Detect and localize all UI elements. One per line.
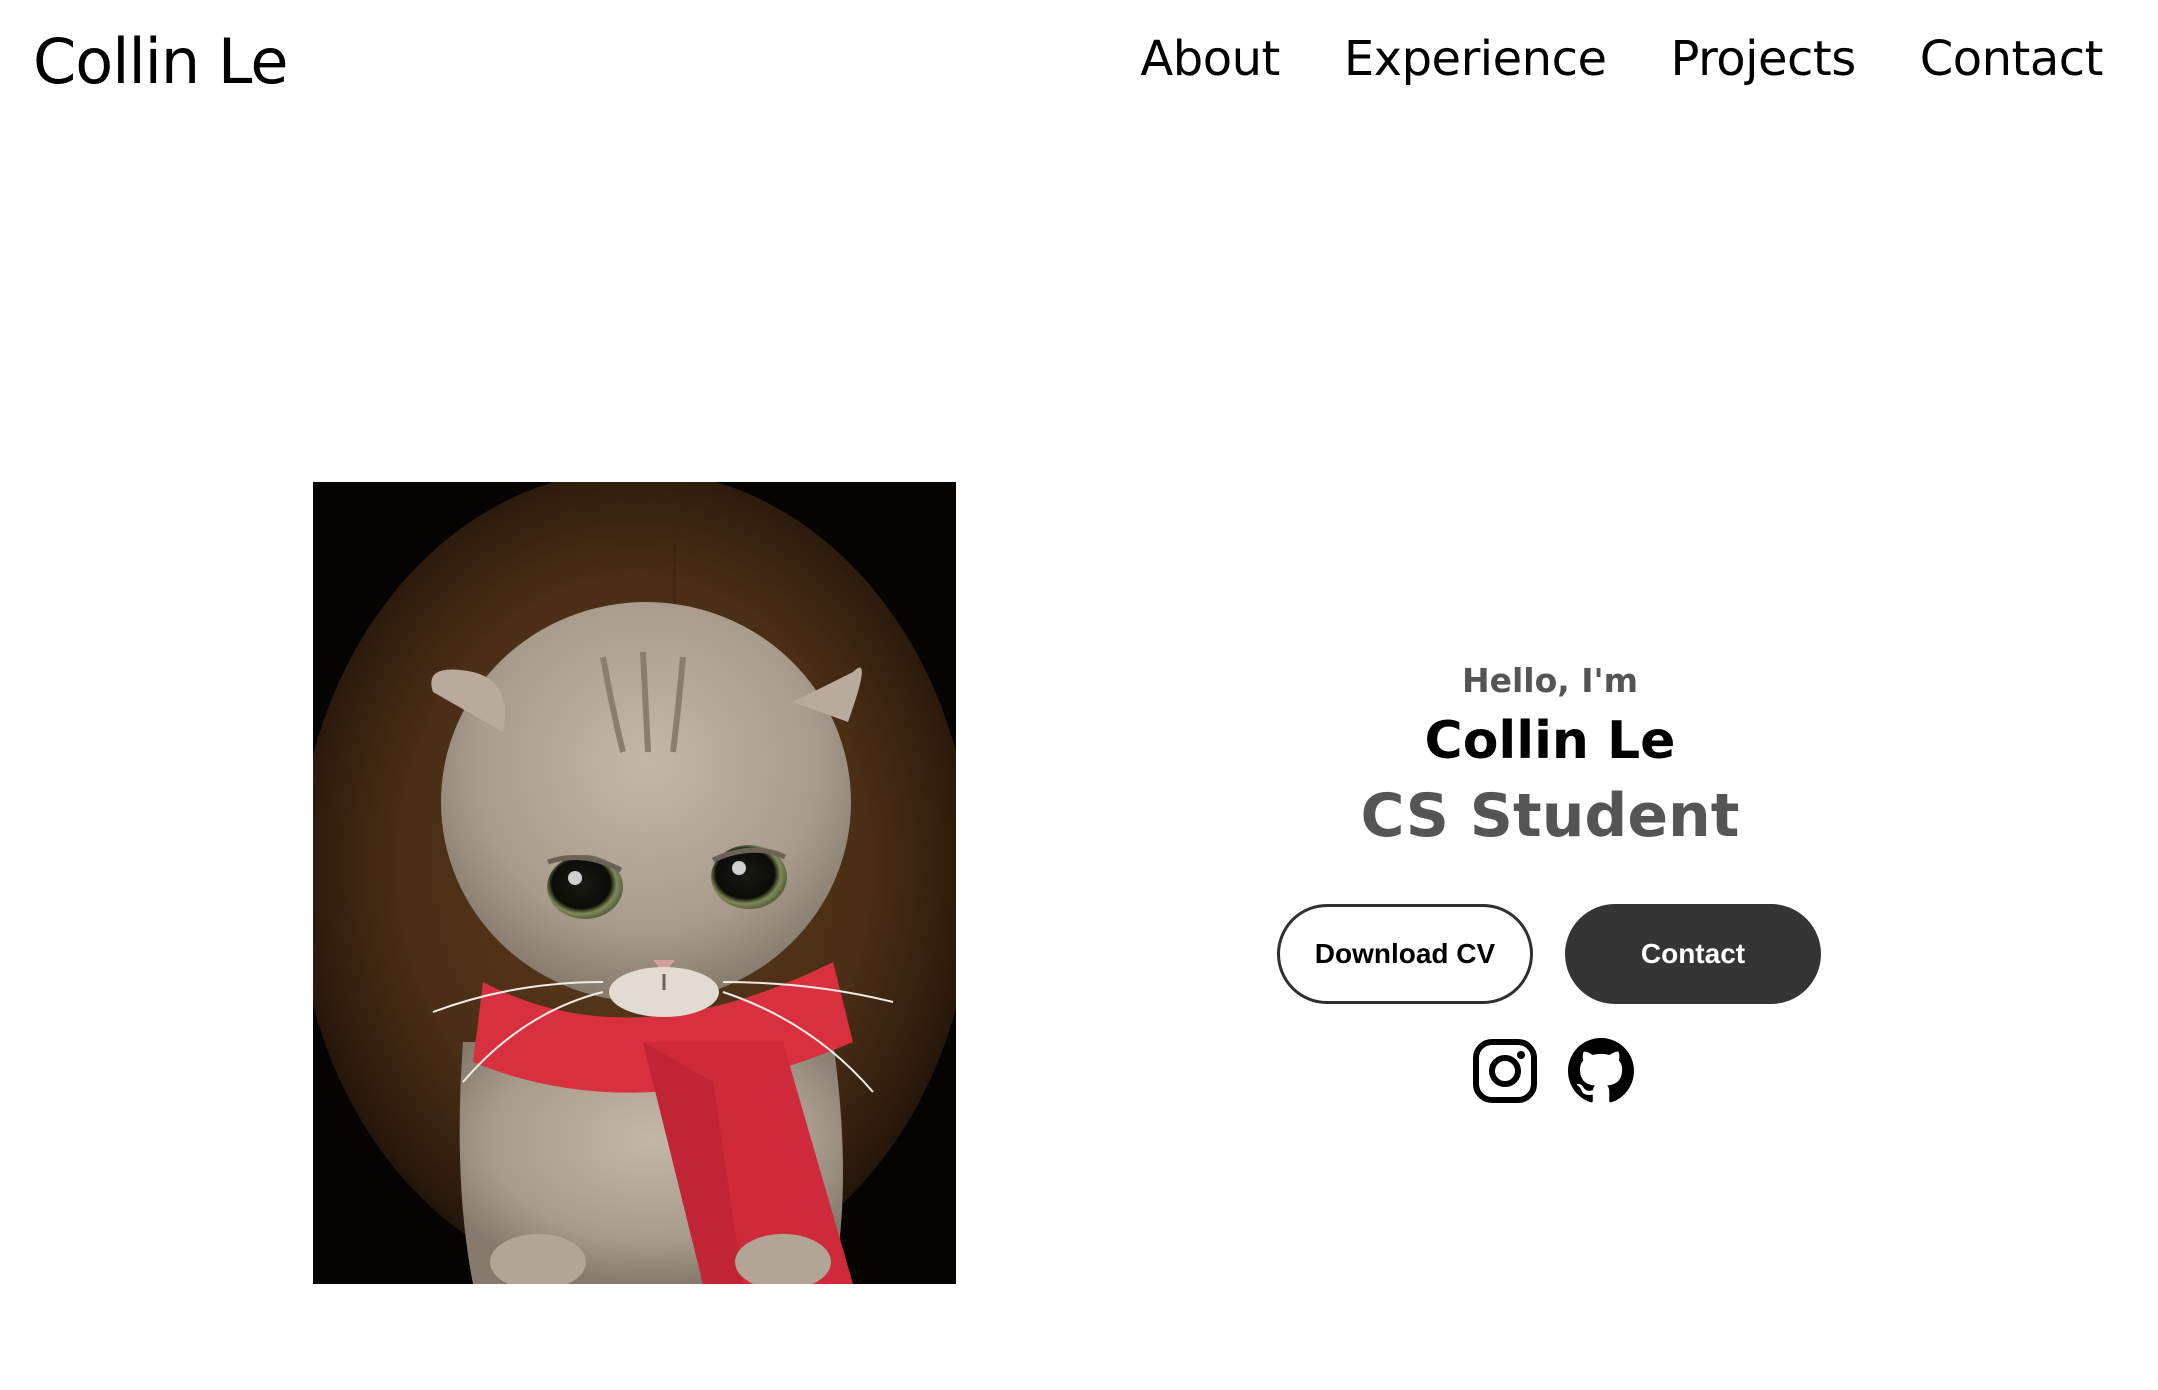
nav-link-experience[interactable]: Experience: [1344, 28, 1607, 90]
github-icon[interactable]: [1568, 1038, 1634, 1104]
nav-link-projects[interactable]: Projects: [1671, 28, 1857, 90]
download-cv-button[interactable]: Download CV: [1277, 904, 1533, 1004]
hero-greeting: Hello, I'm: [1461, 661, 1639, 700]
profile-picture: [313, 482, 956, 1284]
cat-portrait-illustration: [313, 482, 956, 1284]
hero-title: CS Student: [1360, 781, 1740, 851]
nav-link-contact[interactable]: Contact: [1920, 28, 2104, 90]
hero-text: Hello, I'm Collin Le CS Student: [1230, 660, 1870, 856]
nav-links: About Experience Projects Contact: [1140, 28, 2103, 90]
instagram-icon[interactable]: [1472, 1038, 1538, 1104]
navbar: Collin Le About Experience Projects Cont…: [0, 0, 2158, 120]
hero-name: Collin Le: [1424, 711, 1676, 771]
contact-button[interactable]: Contact: [1565, 904, 1821, 1004]
hero-buttons: Download CV Contact: [1277, 904, 1821, 1004]
social-links: [1472, 1038, 1634, 1104]
nav-link-about[interactable]: About: [1140, 28, 1280, 90]
site-logo[interactable]: Collin Le: [33, 22, 288, 102]
